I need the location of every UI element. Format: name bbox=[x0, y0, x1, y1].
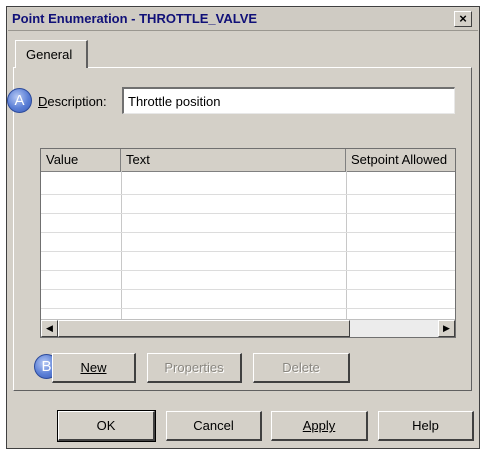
table-header: Value Text Setpoint Allowed bbox=[41, 149, 455, 172]
column-header-setpoint-allowed[interactable]: Setpoint Allowed bbox=[346, 149, 455, 171]
scroll-left-button[interactable]: ◀ bbox=[41, 320, 58, 337]
row-divider bbox=[41, 232, 455, 233]
new-button-label: New bbox=[80, 360, 107, 375]
column-header-value[interactable]: Value bbox=[41, 149, 121, 171]
new-button[interactable]: New bbox=[52, 353, 136, 383]
cancel-button-label: Cancel bbox=[193, 418, 234, 433]
row-divider bbox=[41, 308, 455, 309]
callout-marker-a: A bbox=[7, 88, 32, 113]
ok-button-label: OK bbox=[96, 418, 116, 433]
help-button[interactable]: Help bbox=[378, 411, 474, 441]
help-button-label: Help bbox=[412, 418, 439, 433]
tab-general-label: General bbox=[26, 47, 73, 62]
enumeration-table[interactable]: Value Text Setpoint Allowed ◀ ▶ bbox=[40, 148, 456, 338]
tab-general[interactable]: General bbox=[15, 40, 88, 68]
delete-button-label: Delete bbox=[282, 360, 320, 375]
apply-button-label: Apply bbox=[302, 418, 336, 433]
column-header-text[interactable]: Text bbox=[121, 149, 346, 171]
row-divider bbox=[41, 289, 455, 290]
description-label: Description: bbox=[38, 94, 107, 109]
close-icon: × bbox=[459, 11, 467, 26]
apply-button[interactable]: Apply bbox=[271, 411, 368, 441]
row-divider bbox=[41, 270, 455, 271]
properties-button[interactable]: Properties bbox=[147, 353, 242, 383]
scroll-right-button[interactable]: ▶ bbox=[438, 320, 455, 337]
row-divider bbox=[41, 251, 455, 252]
delete-button[interactable]: Delete bbox=[253, 353, 350, 383]
description-input[interactable] bbox=[122, 87, 455, 114]
description-label-text: escription: bbox=[47, 94, 107, 109]
ok-button[interactable]: OK bbox=[57, 410, 156, 442]
arrow-left-icon: ◀ bbox=[46, 323, 53, 333]
row-divider bbox=[41, 194, 455, 195]
close-button[interactable]: × bbox=[454, 11, 472, 27]
window-title: Point Enumeration - THROTTLE_VALVE bbox=[12, 11, 258, 26]
row-divider bbox=[41, 213, 455, 214]
title-bar: Point Enumeration - THROTTLE_VALVE × bbox=[8, 8, 478, 31]
arrow-right-icon: ▶ bbox=[443, 323, 450, 333]
scrollbar-thumb[interactable] bbox=[58, 320, 350, 337]
properties-button-label: Properties bbox=[164, 360, 224, 375]
horizontal-scrollbar[interactable]: ◀ ▶ bbox=[41, 319, 455, 337]
cancel-button[interactable]: Cancel bbox=[166, 411, 262, 441]
